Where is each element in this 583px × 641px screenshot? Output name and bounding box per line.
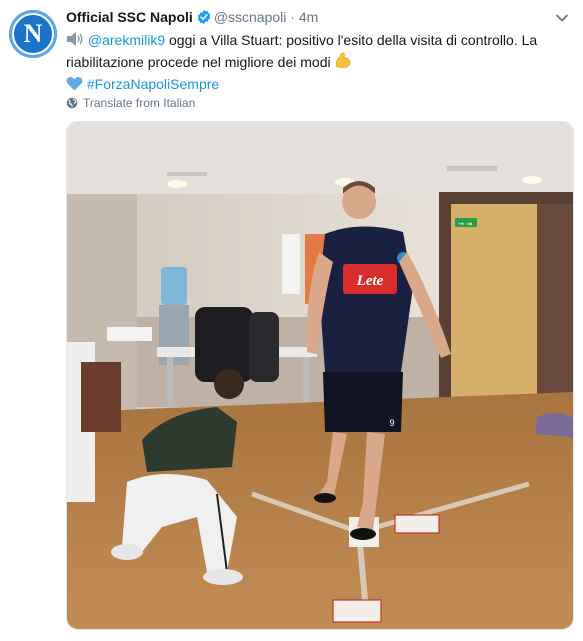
shirt-sponsor-text: Lete <box>356 273 384 289</box>
display-name[interactable]: Official SSC Napoli <box>66 9 193 25</box>
physio-shoe <box>203 569 243 585</box>
athlete-sock <box>314 493 336 503</box>
speaker-icon <box>67 32 83 46</box>
avatar[interactable]: N <box>9 10 57 58</box>
timestamp[interactable]: 4m <box>299 9 318 25</box>
sink <box>107 327 152 341</box>
ceiling-light <box>522 176 542 184</box>
avatar-logo-letter: N <box>23 19 43 48</box>
hashtag-link[interactable]: #ForzaNapoliSempre <box>87 76 219 92</box>
tweet-text: @arekmilik9 oggi a Villa Stuart: positiv… <box>66 29 566 95</box>
globe-icon <box>66 97 78 109</box>
foam-block <box>332 599 382 623</box>
foam-block <box>394 514 440 534</box>
user-handle[interactable]: @sscnapoli <box>214 9 287 25</box>
ceiling <box>67 122 573 194</box>
door-panel <box>537 204 573 404</box>
hallway <box>451 204 537 404</box>
ceiling-vent <box>447 166 497 171</box>
translate-label[interactable]: Translate from Italian <box>83 96 195 110</box>
exercise-machine-seat <box>81 362 121 432</box>
athlete-sock <box>350 528 376 540</box>
ceiling-vent <box>167 172 207 176</box>
desk-leg <box>167 357 173 412</box>
sports-bag <box>535 412 573 437</box>
office-chair <box>249 312 279 382</box>
ceiling-light <box>167 180 187 188</box>
wall-shelf <box>282 234 300 294</box>
blue-heart-icon <box>66 77 83 91</box>
exit-sign-text: → ⇥ <box>458 220 472 228</box>
athlete-shirt <box>319 226 413 372</box>
mention-link[interactable]: @arekmilik9 <box>88 32 165 48</box>
water-cooler-bottle <box>161 267 187 305</box>
tweet-header: Official SSC Napoli @sscnapoli · 4m <box>66 9 569 29</box>
chevron-down-icon[interactable] <box>555 11 569 25</box>
flexed-biceps-icon <box>336 52 351 68</box>
physio-head <box>214 369 244 399</box>
translate-link[interactable]: Translate from Italian <box>66 96 195 110</box>
tweet-photo[interactable]: → ⇥ Lete 9 <box>66 121 574 630</box>
separator-dot: · <box>290 9 295 25</box>
shorts-number: 9 <box>389 418 394 428</box>
photo-scene: → ⇥ Lete 9 <box>67 122 573 629</box>
avatar-logo-ring: N <box>12 13 54 55</box>
verified-badge-icon <box>197 10 211 24</box>
physio-shoe <box>111 544 143 560</box>
